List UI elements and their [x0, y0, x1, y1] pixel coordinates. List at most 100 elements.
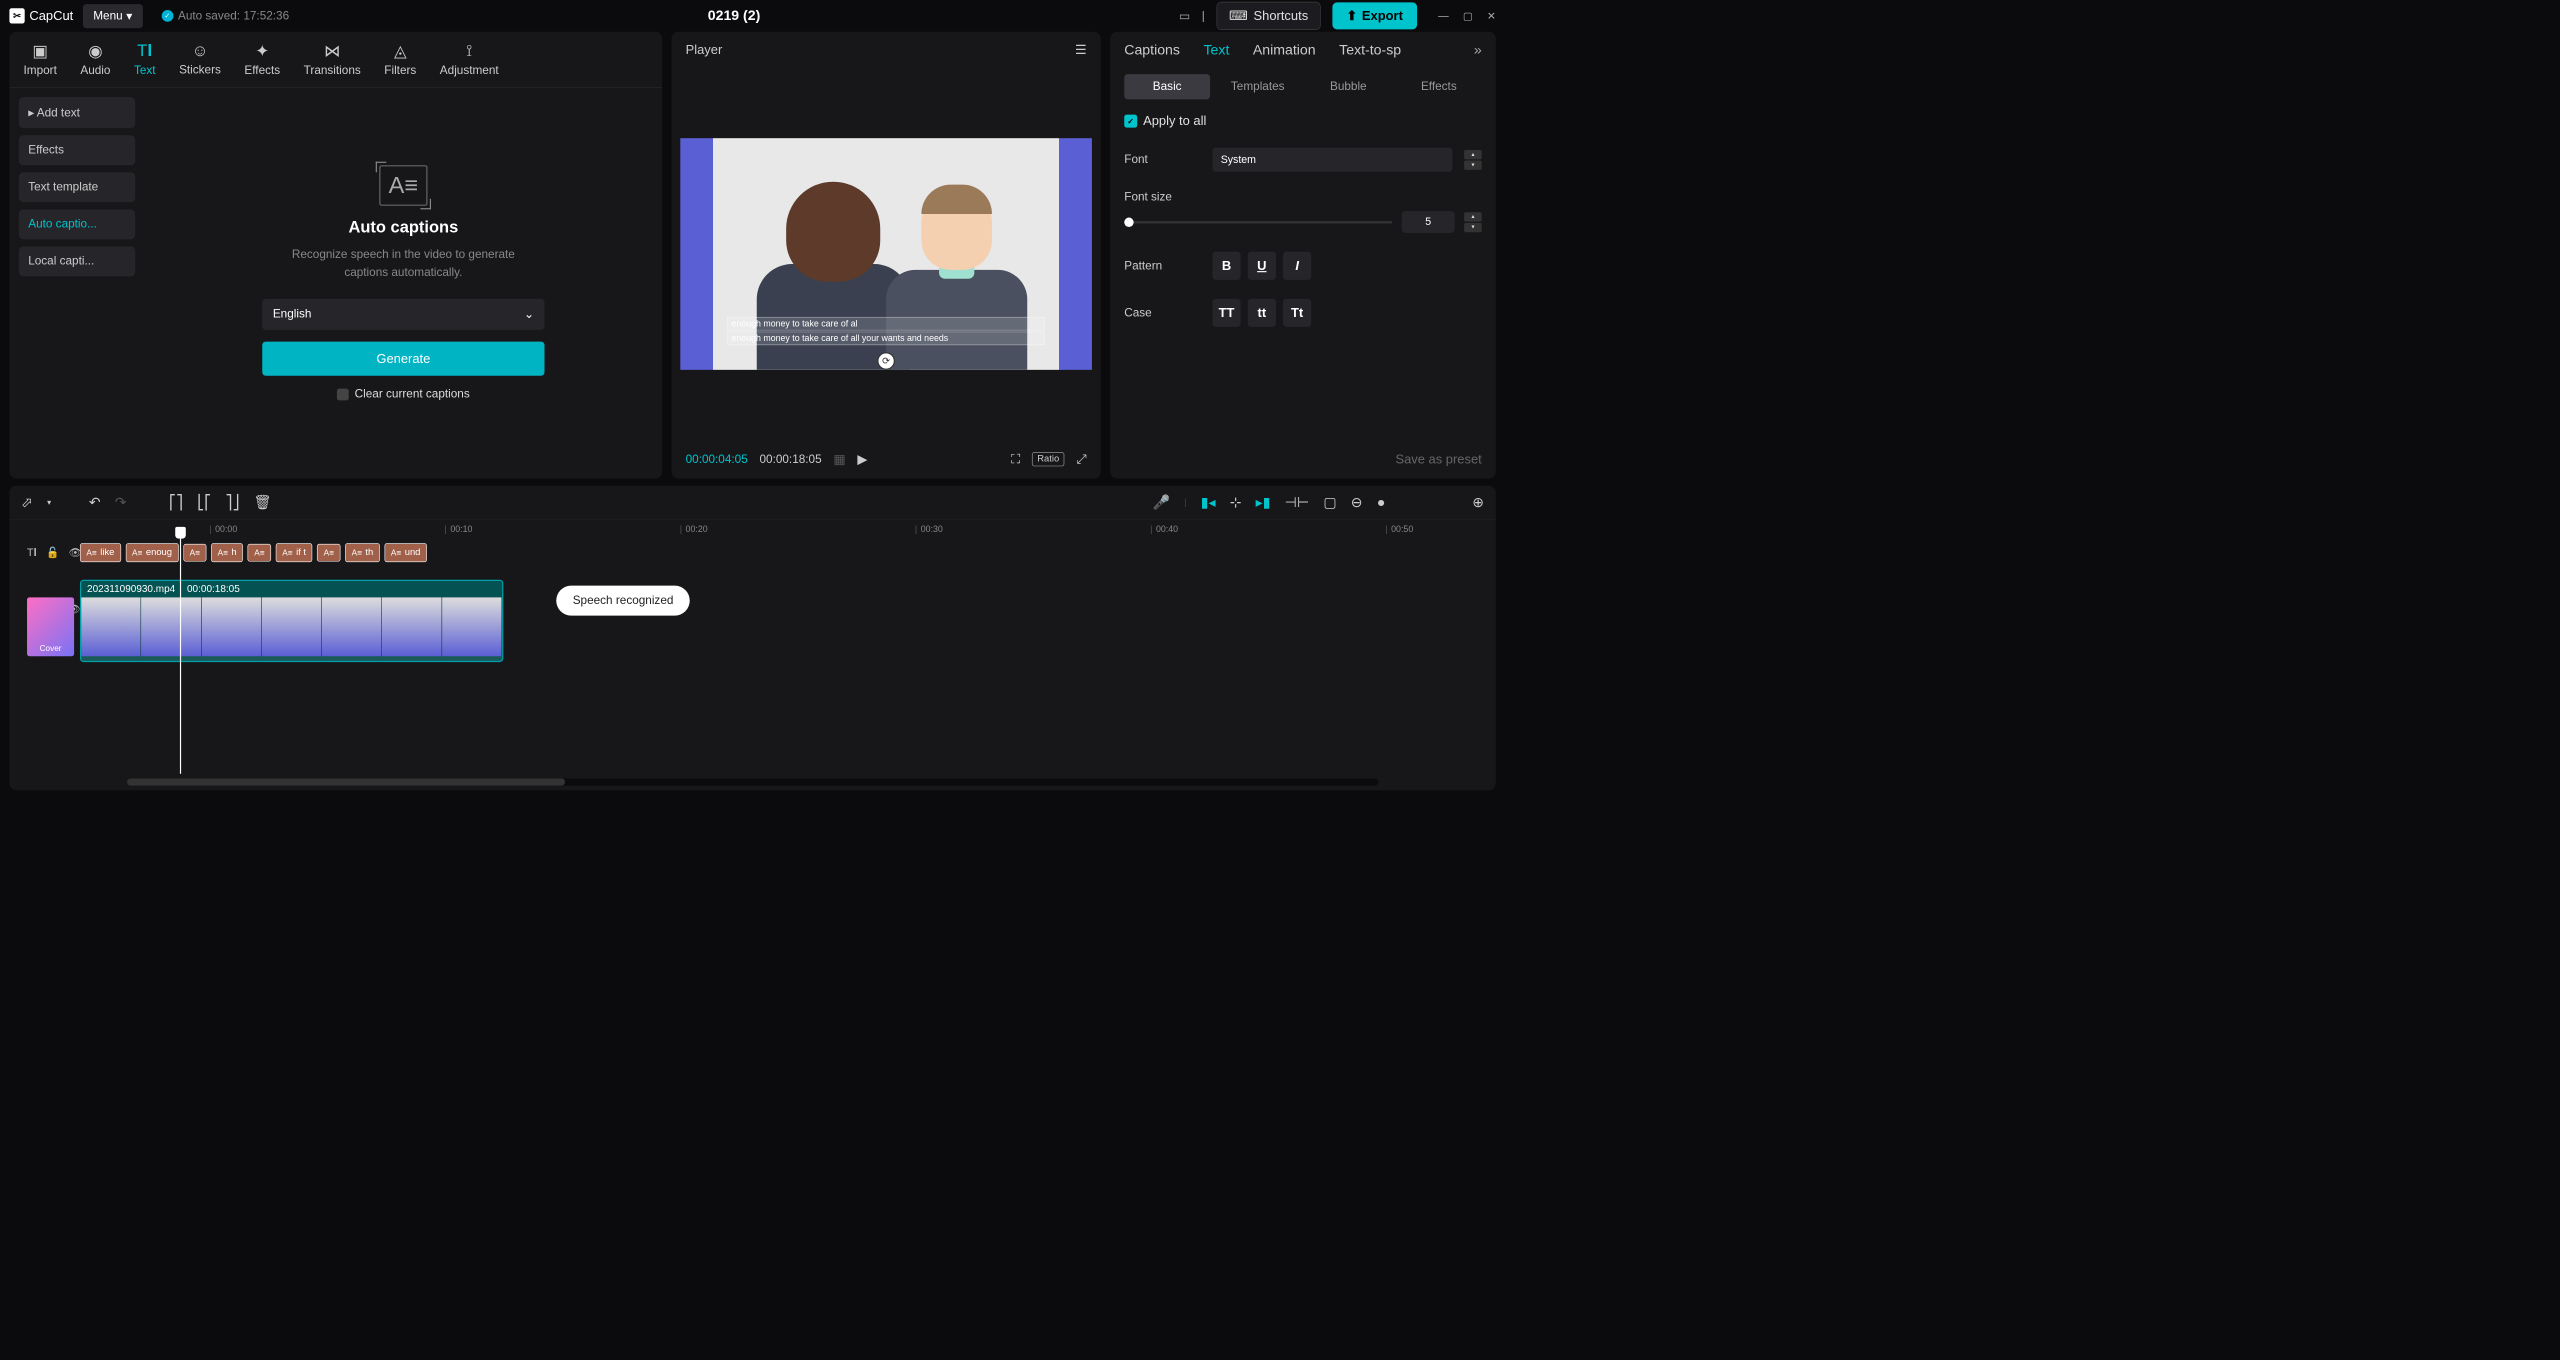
list-icon[interactable]: ▦: [833, 452, 845, 467]
tick: 00:40: [1150, 524, 1178, 534]
font-stepper[interactable]: ▴ ▾: [1464, 150, 1482, 170]
italic-button[interactable]: I: [1283, 252, 1311, 280]
cover-thumbnail[interactable]: Cover: [27, 597, 74, 656]
split-tool[interactable]: ⎡⎤: [169, 494, 183, 511]
size-stepper[interactable]: ▴ ▾: [1464, 212, 1482, 232]
sidebar-effects[interactable]: Effects: [19, 135, 135, 165]
split-left-tool[interactable]: ⎣⎡: [197, 494, 211, 511]
caption-clip[interactable]: A≡if t: [276, 543, 313, 562]
subtab-templates[interactable]: Templates: [1215, 74, 1301, 99]
magnet-right-icon[interactable]: ▸▮: [1256, 494, 1271, 511]
close-button[interactable]: ✕: [1487, 10, 1496, 22]
save-preset-button[interactable]: Save as preset: [1110, 440, 1496, 479]
tab-filters[interactable]: ◬Filters: [384, 41, 416, 77]
clear-captions-checkbox[interactable]: Clear current captions: [337, 387, 470, 401]
font-size-input[interactable]: 5: [1402, 211, 1455, 233]
scan-icon[interactable]: ⛶: [1011, 452, 1020, 467]
ratio-button[interactable]: Ratio: [1032, 452, 1065, 466]
tab-adjustment[interactable]: ⟟Adjustment: [440, 41, 499, 77]
divider: |: [1202, 9, 1205, 23]
underline-button[interactable]: U: [1248, 252, 1276, 280]
playhead-handle[interactable]: [175, 527, 186, 539]
caption-clip[interactable]: A≡: [248, 544, 271, 562]
tab-text[interactable]: T𝐈Text: [134, 41, 156, 77]
snap-icon[interactable]: ⊣⊢: [1285, 494, 1310, 511]
generate-button[interactable]: Generate: [262, 342, 544, 376]
rtab-tts[interactable]: Text-to-sp: [1339, 42, 1401, 58]
logo-icon: ✂: [9, 8, 24, 23]
stepper-up-icon[interactable]: ▴: [1464, 212, 1482, 221]
play-button[interactable]: ▶: [857, 452, 867, 467]
caption-clip[interactable]: A≡like: [80, 543, 121, 562]
scrollbar-thumb[interactable]: [127, 779, 565, 786]
subtab-effects[interactable]: Effects: [1396, 74, 1482, 99]
layout-icon[interactable]: ▭: [1179, 9, 1190, 24]
tab-transitions[interactable]: ⋈Transitions: [304, 41, 361, 77]
language-select[interactable]: English ⌄: [262, 299, 544, 330]
undo-button[interactable]: ↶: [89, 494, 101, 511]
subtab-basic[interactable]: Basic: [1124, 74, 1210, 99]
align-icon[interactable]: ⊹: [1230, 494, 1242, 511]
maximize-button[interactable]: ▢: [1463, 10, 1473, 22]
subtab-bubble[interactable]: Bubble: [1305, 74, 1391, 99]
timeline-ruler[interactable]: 00:00 00:10 00:20 00:30 00:40 00:50: [9, 520, 1495, 539]
rtab-text[interactable]: Text: [1203, 42, 1229, 58]
zoom-out-icon[interactable]: ⊖: [1351, 494, 1363, 511]
minimize-button[interactable]: —: [1438, 10, 1449, 22]
slider-thumb[interactable]: [1124, 217, 1133, 226]
caption-line-2: enough money to take care of all your wa…: [727, 332, 1045, 346]
caption-clip[interactable]: A≡: [183, 544, 206, 562]
pointer-tool[interactable]: ⬀: [21, 494, 33, 511]
font-select[interactable]: System: [1212, 148, 1452, 172]
caption-clip[interactable]: A≡: [317, 544, 340, 562]
tab-audio[interactable]: ◉Audio: [80, 41, 110, 77]
zoom-slider-icon[interactable]: ●: [1377, 494, 1386, 510]
tab-import[interactable]: ▣Import: [24, 41, 57, 77]
project-title[interactable]: 0219 (2): [299, 8, 1170, 24]
caption-clip[interactable]: A≡th: [345, 543, 380, 562]
auto-captions-icon: A≡: [379, 165, 427, 206]
bold-button[interactable]: B: [1212, 252, 1240, 280]
caption-overlay[interactable]: enough money to take care of al enough m…: [727, 317, 1045, 346]
magnet-left-icon[interactable]: ▮◂: [1201, 494, 1216, 511]
export-button[interactable]: ⬆ Export: [1332, 2, 1417, 29]
more-tabs-icon[interactable]: »: [1474, 42, 1482, 58]
player-viewport[interactable]: enough money to take care of al enough m…: [671, 68, 1100, 440]
caption-clip[interactable]: A≡h: [211, 543, 243, 562]
font-size-slider[interactable]: [1124, 221, 1392, 223]
rtab-captions[interactable]: Captions: [1124, 42, 1180, 58]
sync-icon[interactable]: ⟳: [877, 352, 895, 370]
app-name: CapCut: [29, 8, 73, 23]
playhead[interactable]: [180, 539, 181, 774]
sidebar-add-text[interactable]: ▸ Add text: [19, 97, 135, 128]
mic-icon[interactable]: 🎤: [1153, 494, 1171, 511]
menu-button[interactable]: Menu ▾: [83, 4, 143, 28]
preview-icon[interactable]: ▢: [1323, 494, 1336, 511]
tab-stickers[interactable]: ☺Stickers: [179, 41, 221, 77]
case-title-button[interactable]: Tt: [1283, 299, 1311, 327]
sidebar-text-template[interactable]: Text template: [19, 172, 135, 202]
apply-all-checkbox[interactable]: ✓ Apply to all: [1110, 104, 1496, 138]
sidebar-auto-captions[interactable]: Auto captio...: [19, 209, 135, 239]
sidebar-local-captions[interactable]: Local capti...: [19, 246, 135, 276]
caption-clip[interactable]: A≡und: [384, 543, 426, 562]
stepper-down-icon[interactable]: ▾: [1464, 160, 1482, 169]
redo-button[interactable]: ↷: [115, 494, 127, 511]
stepper-down-icon[interactable]: ▾: [1464, 223, 1482, 232]
rtab-animation[interactable]: Animation: [1253, 42, 1316, 58]
caption-clip[interactable]: A≡enoug: [126, 543, 179, 562]
case-upper-button[interactable]: TT: [1212, 299, 1240, 327]
case-lower-button[interactable]: tt: [1248, 299, 1276, 327]
zoom-in-icon[interactable]: ⊕: [1472, 494, 1484, 511]
player-menu-icon[interactable]: ☰: [1075, 42, 1087, 57]
clear-captions-label: Clear current captions: [355, 387, 470, 401]
stepper-up-icon[interactable]: ▴: [1464, 150, 1482, 159]
delete-tool[interactable]: 🗑: [254, 494, 272, 511]
split-right-tool[interactable]: ⎤⎦: [225, 494, 239, 511]
fullscreen-icon[interactable]: ⤢: [1076, 452, 1086, 467]
video-clip[interactable]: 202311090930.mp4 00:00:18:05: [80, 580, 503, 662]
pointer-dropdown-icon[interactable]: ▾: [47, 497, 51, 507]
tab-effects[interactable]: ✦Effects: [244, 41, 280, 77]
timeline-scrollbar[interactable]: [127, 779, 1378, 786]
shortcuts-button[interactable]: ⌨ Shortcuts: [1217, 2, 1321, 30]
